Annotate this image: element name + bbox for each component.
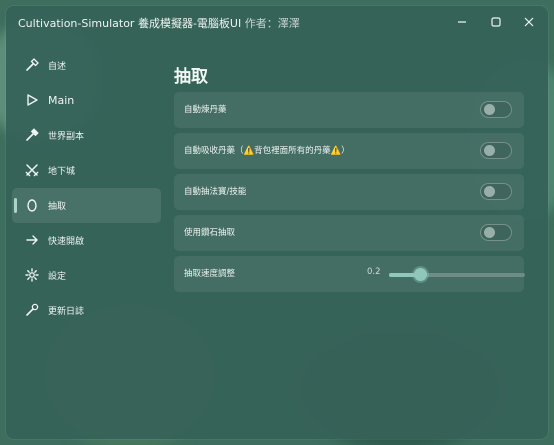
sidebar-item-world-dungeon[interactable]: 世界副本 xyxy=(12,118,161,153)
auto-draw-toggle[interactable] xyxy=(480,183,512,200)
sidebar-item-settings[interactable]: 設定 xyxy=(12,258,161,293)
wrench-icon xyxy=(24,302,40,318)
option-row-use-diamond: 使用鑽石抽取 xyxy=(174,215,524,251)
sidebar-item-quick-open[interactable]: 快速開啟 xyxy=(12,223,161,258)
minimize-button[interactable] xyxy=(452,13,472,31)
hammer-icon xyxy=(24,127,40,143)
option-label: 使用鑽石抽取 xyxy=(184,228,236,238)
window-title-text: Cultivation-Simulator 養成模擬器-電腦板UI xyxy=(18,17,242,30)
main-window: Cultivation-Simulator 養成模擬器-電腦板UI 作者：澤澤 … xyxy=(6,6,548,439)
title-bar[interactable]: Cultivation-Simulator 養成模擬器-電腦板UI 作者：澤澤 xyxy=(6,6,548,38)
window-author: 作者：澤澤 xyxy=(244,17,300,30)
sidebar-item-label: Main xyxy=(48,94,75,107)
sidebar-item-label: 地下城 xyxy=(48,167,76,177)
auto-refine-toggle[interactable] xyxy=(480,101,512,118)
sidebar-item-label: 自述 xyxy=(48,62,67,72)
sidebar-item-label: 更新日誌 xyxy=(48,307,85,317)
sidebar-item-label: 世界副本 xyxy=(48,132,85,142)
close-button[interactable] xyxy=(519,13,539,31)
draw-speed-slider[interactable] xyxy=(389,268,525,281)
sidebar-item-draw[interactable]: 抽取 xyxy=(12,188,161,223)
option-label: 自動抽法寶/技能 xyxy=(184,187,247,197)
sidebar-item-changelog[interactable]: 更新日誌 xyxy=(12,293,161,328)
sidebar-item-label: 設定 xyxy=(48,272,67,282)
hammer-icon xyxy=(24,57,40,73)
sidebar-item-main[interactable]: Main xyxy=(12,83,161,118)
egg-icon xyxy=(24,197,40,213)
option-label: 抽取速度調整 xyxy=(184,269,236,279)
active-indicator xyxy=(14,198,17,213)
use-diamond-toggle[interactable] xyxy=(480,224,512,241)
option-row-draw-speed: 抽取速度調整 0.2 xyxy=(174,256,525,292)
toggle-knob xyxy=(484,104,495,115)
maximize-icon xyxy=(491,17,501,27)
play-icon xyxy=(24,92,40,108)
sidebar: 自述 Main 世界副本 地下城 抽取 快速開啟 設定 更新日誌 xyxy=(6,48,166,328)
page-title: 抽取 xyxy=(174,67,208,87)
option-row-auto-absorb: 自動吸收丹藥（⚠️背包裡面所有的丹藥⚠️） xyxy=(174,133,524,169)
option-row-auto-draw: 自動抽法寶/技能 xyxy=(174,174,524,210)
window-title: Cultivation-Simulator 養成模擬器-電腦板UI 作者：澤澤 xyxy=(18,15,300,31)
sidebar-item-label: 快速開啟 xyxy=(48,237,85,247)
option-label: 自動煉丹藥 xyxy=(184,105,227,115)
toggle-knob xyxy=(484,186,495,197)
minimize-icon xyxy=(458,21,466,23)
sidebar-item-readme[interactable]: 自述 xyxy=(12,48,161,83)
toggle-knob xyxy=(484,227,495,238)
sidebar-item-underground-city[interactable]: 地下城 xyxy=(12,153,161,188)
sidebar-item-label: 抽取 xyxy=(48,202,67,212)
arrow-right-icon xyxy=(24,232,40,248)
option-row-auto-refine: 自動煉丹藥 xyxy=(174,92,524,128)
close-icon xyxy=(524,17,534,27)
slider-thumb[interactable] xyxy=(414,268,428,281)
maximize-button[interactable] xyxy=(486,13,506,31)
crossed-swords-icon xyxy=(24,162,40,178)
gear-icon xyxy=(24,267,40,283)
toggle-knob xyxy=(484,145,495,156)
slider-value: 0.2 xyxy=(367,267,381,277)
auto-absorb-toggle[interactable] xyxy=(480,142,512,159)
option-label: 自動吸收丹藥（⚠️背包裡面所有的丹藥⚠️） xyxy=(184,146,350,156)
